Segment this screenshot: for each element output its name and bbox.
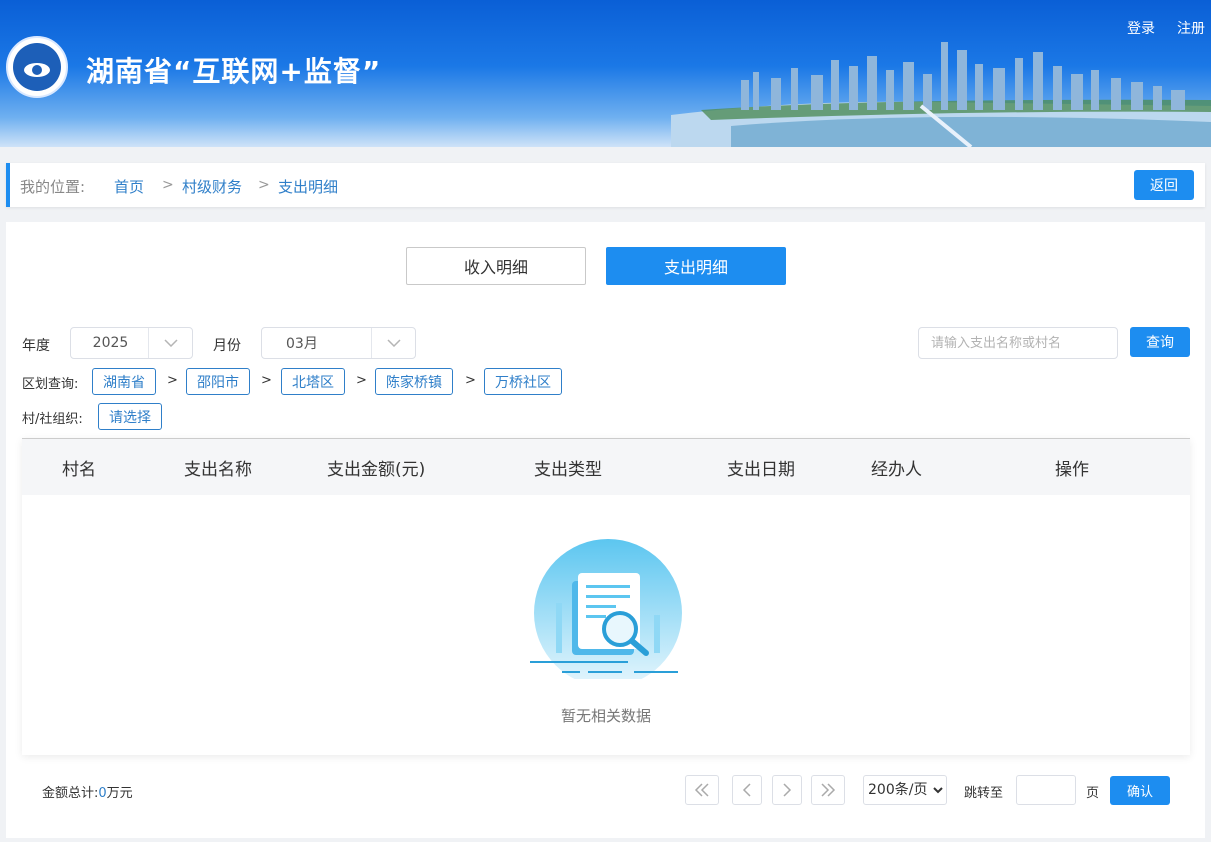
empty-data-text: 暂无相关数据	[560, 707, 651, 725]
region-separator: >	[167, 373, 178, 388]
region-separator: >	[465, 373, 476, 388]
page-unit-label: 页	[1086, 786, 1100, 801]
first-page-button[interactable]	[685, 775, 719, 805]
page-size-select[interactable]: 200条/页	[863, 775, 947, 805]
column-header: 支出名称	[184, 459, 252, 480]
column-header: 经办人	[871, 459, 922, 480]
column-header: 支出类型	[534, 459, 602, 480]
region-label: 区划查询:	[22, 377, 79, 392]
prev-page-button[interactable]	[732, 775, 762, 805]
amount-total: 金额总计:0万元	[42, 782, 133, 801]
last-page-button[interactable]	[811, 775, 845, 805]
amount-total-unit: 万元	[106, 786, 133, 801]
back-button[interactable]: 返回	[1134, 170, 1194, 200]
location-label: 我的位置:	[20, 178, 86, 196]
column-header: 村名	[62, 459, 96, 480]
chevron-down-icon	[148, 328, 192, 358]
breadcrumb-village-finance[interactable]: 村级财务	[182, 176, 242, 197]
region-city[interactable]: 邵阳市	[186, 368, 250, 395]
breadcrumb-separator: >	[162, 177, 174, 193]
breadcrumb-home[interactable]: 首页	[114, 176, 144, 197]
chevron-left-icon	[742, 783, 751, 797]
month-select[interactable]: 03月	[261, 327, 416, 359]
amount-total-label: 金额总计:	[42, 786, 99, 801]
org-label: 村/社组织:	[22, 412, 83, 427]
breadcrumb: 我的位置: 首页 > 村级财务 > 支出明细 返回	[6, 163, 1205, 207]
eye-icon	[24, 63, 50, 77]
breadcrumb-separator: >	[258, 177, 270, 193]
next-page-button[interactable]	[772, 775, 802, 805]
jump-page-input[interactable]	[1016, 775, 1076, 805]
amount-total-value: 0	[98, 786, 107, 801]
tab-income-detail[interactable]: 收入明细	[406, 247, 586, 285]
site-header: 湖南省“互联网+监督” 登录 注册	[0, 0, 1211, 147]
region-separator: >	[356, 373, 367, 388]
table-header: 村名 支出名称 支出金额(元) 支出类型 支出日期 经办人 操作	[22, 439, 1190, 495]
site-title: 湖南省“互联网+监督”	[86, 55, 382, 88]
region-province[interactable]: 湖南省	[92, 368, 156, 395]
chevron-right-icon	[783, 783, 792, 797]
year-select[interactable]: 2025	[70, 327, 193, 359]
column-header: 操作	[1055, 459, 1089, 480]
search-input[interactable]	[918, 327, 1118, 359]
expense-table: 村名 支出名称 支出金额(元) 支出类型 支出日期 经办人 操作 暂无相关数据	[22, 438, 1190, 755]
query-button[interactable]: 查询	[1130, 327, 1190, 357]
chevron-down-icon	[371, 328, 415, 358]
column-header: 支出金额(元)	[327, 459, 426, 480]
tab-expense-detail[interactable]: 支出明细	[606, 247, 786, 285]
region-district[interactable]: 北塔区	[281, 368, 345, 395]
org-select[interactable]: 请选择	[98, 403, 162, 430]
empty-data-icon	[530, 539, 682, 679]
year-label: 年度	[22, 338, 50, 354]
confirm-button[interactable]: 确认	[1110, 776, 1170, 805]
region-town[interactable]: 陈家桥镇	[375, 368, 453, 395]
jump-label: 跳转至	[964, 786, 1004, 801]
main-panel: 收入明细 支出明细 年度 2025 月份 03月 查询 区划查询: 湖南省 > …	[6, 222, 1205, 838]
column-header: 支出日期	[727, 459, 795, 480]
month-label: 月份	[213, 338, 241, 354]
double-chevron-left-icon	[694, 783, 709, 797]
site-logo	[6, 36, 68, 98]
city-skyline-image	[671, 42, 1211, 147]
region-separator: >	[261, 373, 272, 388]
double-chevron-right-icon	[821, 783, 836, 797]
region-community[interactable]: 万桥社区	[484, 368, 562, 395]
breadcrumb-expense-detail[interactable]: 支出明细	[278, 176, 338, 197]
